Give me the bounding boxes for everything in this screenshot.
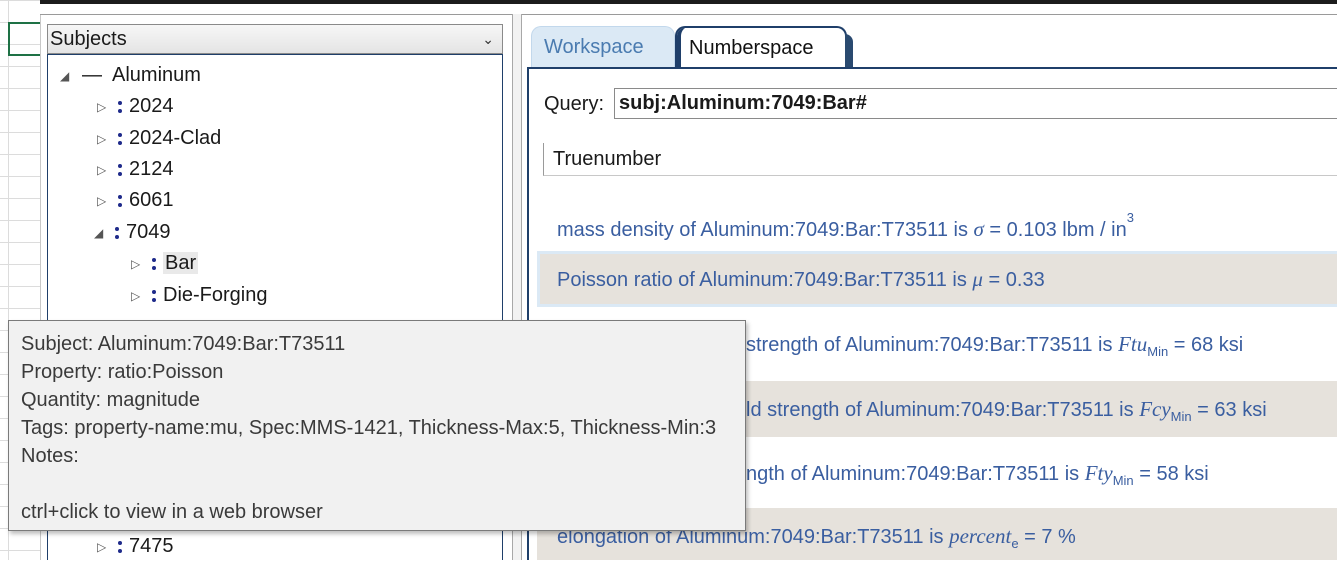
result-subscript: e <box>1011 536 1019 551</box>
tree-node-6061[interactable]: ▷ 6061 <box>97 186 174 214</box>
result-symbol: Ftu <box>1118 332 1148 356</box>
tooltip-notes: Notes: <box>21 445 79 467</box>
expand-triangle-icon[interactable]: ▷ <box>97 156 111 184</box>
selected-cell[interactable] <box>8 22 40 56</box>
tree-node-2124[interactable]: ▷ 2124 <box>97 155 174 183</box>
result-value: = 0.103 lbm / in <box>983 219 1127 241</box>
truenumber-tooltip: Subject: Aluminum:7049:Bar:T73511 Proper… <box>8 320 746 531</box>
subjects-dropdown-label: Subjects <box>50 28 127 50</box>
tree-node-label: Aluminum <box>112 64 201 86</box>
chevron-down-icon[interactable]: ⌄ <box>482 25 494 54</box>
result-symbol: μ <box>972 267 983 291</box>
subject-dots-icon <box>117 538 123 556</box>
subject-dots-icon <box>117 192 123 210</box>
collapse-triangle-icon[interactable]: ◢ <box>94 219 108 247</box>
tree-node-label: Die-Forging <box>163 284 268 306</box>
query-input[interactable]: subj:Aluminum:7049:Bar# <box>614 88 1337 119</box>
result-row-selected[interactable]: Poisson ratio of Aluminum:7049:Bar:T7351… <box>537 251 1337 307</box>
tree-node-label: 2124 <box>129 158 174 180</box>
tree-node-label: 6061 <box>129 189 174 211</box>
result-value: = 0.33 <box>982 269 1045 291</box>
tab-numberspace[interactable]: Numberspace <box>675 26 853 68</box>
subject-dots-icon <box>114 224 120 242</box>
tree-node-label: 7049 <box>126 221 171 243</box>
tree-node-label: 2024 <box>129 95 174 117</box>
result-text: mass density of Aluminum:7049:Bar:T73511… <box>557 219 974 241</box>
tree-node-label: Bar <box>163 252 199 274</box>
result-value: = 63 ksi <box>1191 399 1267 421</box>
tooltip-quantity: Quantity: magnitude <box>21 389 200 411</box>
tree-node-label: 7475 <box>129 535 174 557</box>
result-exponent: 3 <box>1126 210 1134 225</box>
result-symbol: percent <box>949 524 1012 548</box>
tree-node-label: 2024-Clad <box>129 127 222 149</box>
expand-triangle-icon[interactable]: ▷ <box>97 93 111 121</box>
result-row[interactable]: mass density of Aluminum:7049:Bar:T73511… <box>537 190 1337 246</box>
tooltip-tags: Tags: property-name:mu, Spec:MMS-1421, T… <box>21 417 717 439</box>
result-subscript: Min <box>1147 344 1169 359</box>
tree-node-7049[interactable]: ◢ 7049 <box>94 218 171 246</box>
expand-triangle-icon[interactable]: ▷ <box>131 282 145 310</box>
result-subscript: Min <box>1112 473 1134 488</box>
tree-node-aluminum[interactable]: ◢ — Aluminum <box>60 61 201 89</box>
tooltip-property: Property: ratio:Poisson <box>21 361 224 383</box>
query-label: Query: <box>544 93 605 115</box>
result-symbol: Fcy <box>1139 397 1171 421</box>
tree-node-bar[interactable]: ▷ Bar <box>131 249 199 278</box>
result-text: Poisson ratio of Aluminum:7049:Bar:T7351… <box>557 269 973 291</box>
category-dash-icon: — <box>82 64 102 86</box>
result-value: = 68 ksi <box>1168 334 1244 356</box>
subject-dots-icon <box>117 161 123 179</box>
subject-dots-icon <box>151 287 157 305</box>
result-text: ngth of Aluminum:7049:Bar:T73511 is <box>746 463 1085 485</box>
expand-triangle-icon[interactable]: ▷ <box>97 187 111 215</box>
column-header-truenumber[interactable]: Truenumber <box>543 143 1337 176</box>
result-symbol: σ <box>973 217 984 241</box>
expand-triangle-icon[interactable]: ▷ <box>97 533 111 561</box>
tooltip-subject: Subject: Aluminum:7049:Bar:T73511 <box>21 333 346 355</box>
subjects-dropdown[interactable]: Subjects ⌄ <box>47 24 503 54</box>
expand-triangle-icon[interactable]: ▷ <box>131 250 145 278</box>
result-value: = 58 ksi <box>1133 463 1209 485</box>
tab-label: Numberspace <box>689 37 814 59</box>
result-subscript: Min <box>1170 409 1192 424</box>
expand-triangle-icon[interactable]: ▷ <box>97 125 111 153</box>
tree-node-die-forging[interactable]: ▷ Die-Forging <box>131 281 267 309</box>
subject-dots-icon <box>117 98 123 116</box>
result-value: = 7 % <box>1018 526 1076 548</box>
result-symbol: Fty <box>1084 461 1113 485</box>
subject-dots-icon <box>117 130 123 148</box>
tooltip-hint: ctrl+click to view in a web browser <box>21 501 323 523</box>
tree-node-2024[interactable]: ▷ 2024 <box>97 92 174 120</box>
result-text: ld strength of Aluminum:7049:Bar:T73511 … <box>746 399 1140 421</box>
tab-workspace[interactable]: Workspace <box>531 26 675 68</box>
subject-dots-icon <box>151 255 157 273</box>
tree-node-7475[interactable]: ▷ 7475 <box>97 532 174 560</box>
window-header-strip <box>40 4 1337 15</box>
tab-label: Workspace <box>544 36 644 58</box>
collapse-triangle-icon[interactable]: ◢ <box>60 62 74 90</box>
result-text: strength of Aluminum:7049:Bar:T73511 is <box>746 334 1119 356</box>
tree-node-2024-clad[interactable]: ▷ 2024-Clad <box>97 124 221 152</box>
